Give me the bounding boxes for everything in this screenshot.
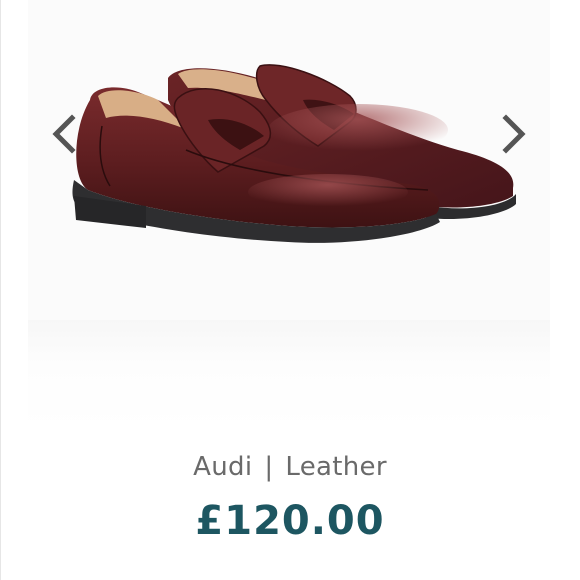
product-name: Audi xyxy=(193,452,253,482)
title-separator: | xyxy=(264,452,274,482)
image-reflection xyxy=(28,320,550,430)
chevron-left-icon xyxy=(52,114,76,154)
loafer-shoes-illustration xyxy=(72,64,516,243)
next-image-button[interactable] xyxy=(494,110,534,158)
product-image-carousel[interactable] xyxy=(0,0,580,430)
product-price: £120.00 xyxy=(195,498,385,544)
product-title: Audi | Leather xyxy=(0,452,580,482)
product-material: Leather xyxy=(285,452,387,482)
product-image xyxy=(28,0,550,320)
chevron-right-icon xyxy=(502,114,526,154)
product-page: Audi | Leather £120.00 xyxy=(0,0,580,580)
previous-image-button[interactable] xyxy=(44,110,84,158)
